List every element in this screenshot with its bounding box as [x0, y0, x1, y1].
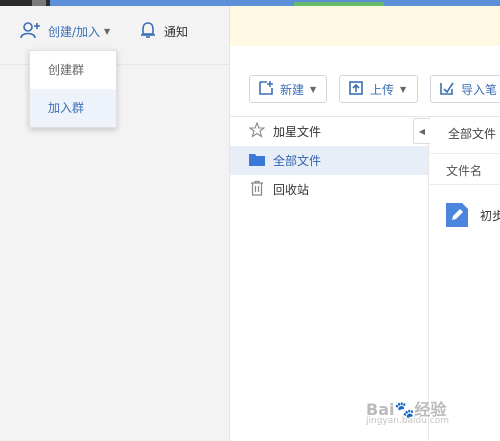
chevron-down-icon: ▼ [104, 26, 111, 36]
upload-button[interactable]: 上传 ▼ [339, 75, 418, 103]
add-user-icon [20, 21, 42, 42]
folder-icon [249, 152, 265, 169]
import-note-button[interactable]: 导入笔 [430, 75, 500, 103]
file-name: 初步 [480, 209, 500, 223]
notification-banner [230, 6, 500, 47]
import-note-label: 导入笔 [461, 82, 498, 97]
note-file-icon [446, 203, 468, 230]
nav-item-label: 回收站 [273, 183, 310, 197]
menu-item-create-group[interactable]: 创建群 [30, 51, 116, 89]
baidu-watermark: Bai🐾经验 jingyan.baidu.com [366, 396, 449, 426]
column-header-row: 文件名 [430, 153, 500, 185]
create-join-label: 创建/加入 [48, 24, 101, 39]
file-row[interactable]: 初步 [430, 199, 500, 229]
import-icon [439, 80, 455, 99]
chevron-down-icon: ▼ [310, 84, 317, 94]
create-join-button[interactable]: 创建/加入 ▼ [20, 20, 110, 42]
collapse-nav-button[interactable]: ◀ [413, 118, 431, 144]
chevron-down-icon: ▼ [400, 84, 407, 94]
breadcrumb[interactable]: 全部文件 [448, 125, 496, 142]
upload-icon [348, 80, 364, 99]
upload-button-label: 上传 [370, 82, 395, 97]
chevron-left-icon: ◀ [418, 126, 426, 136]
trash-icon [249, 180, 265, 199]
column-header-filename[interactable]: 文件名 [446, 162, 482, 179]
menu-item-join-group[interactable]: 加入群 [30, 89, 116, 127]
nav-item-recycle-bin[interactable]: 回收站 [230, 175, 428, 204]
nav-item-starred[interactable]: 加星文件 [230, 117, 428, 146]
toolbar: 新建 ▼ 上传 ▼ 导入笔 [230, 46, 500, 117]
watermark-url: jingyan.baidu.com [366, 416, 450, 426]
new-button[interactable]: 新建 ▼ [249, 75, 327, 103]
notice-label: 通知 [164, 24, 189, 39]
nav-item-label: 加星文件 [273, 125, 322, 139]
create-join-dropdown: 创建群 加入群 [29, 50, 117, 128]
file-list-panel: 全部文件 文件名 初步 [430, 117, 500, 441]
nav-item-all-files[interactable]: 全部文件 [230, 146, 428, 175]
file-nav: 加星文件 全部文件 回收站 [230, 117, 429, 441]
star-icon [248, 121, 266, 141]
new-file-icon [258, 80, 274, 99]
nav-item-label: 全部文件 [273, 154, 322, 168]
bell-icon [140, 21, 156, 42]
notice-button[interactable]: 通知 [140, 20, 188, 42]
new-button-label: 新建 [280, 82, 305, 97]
